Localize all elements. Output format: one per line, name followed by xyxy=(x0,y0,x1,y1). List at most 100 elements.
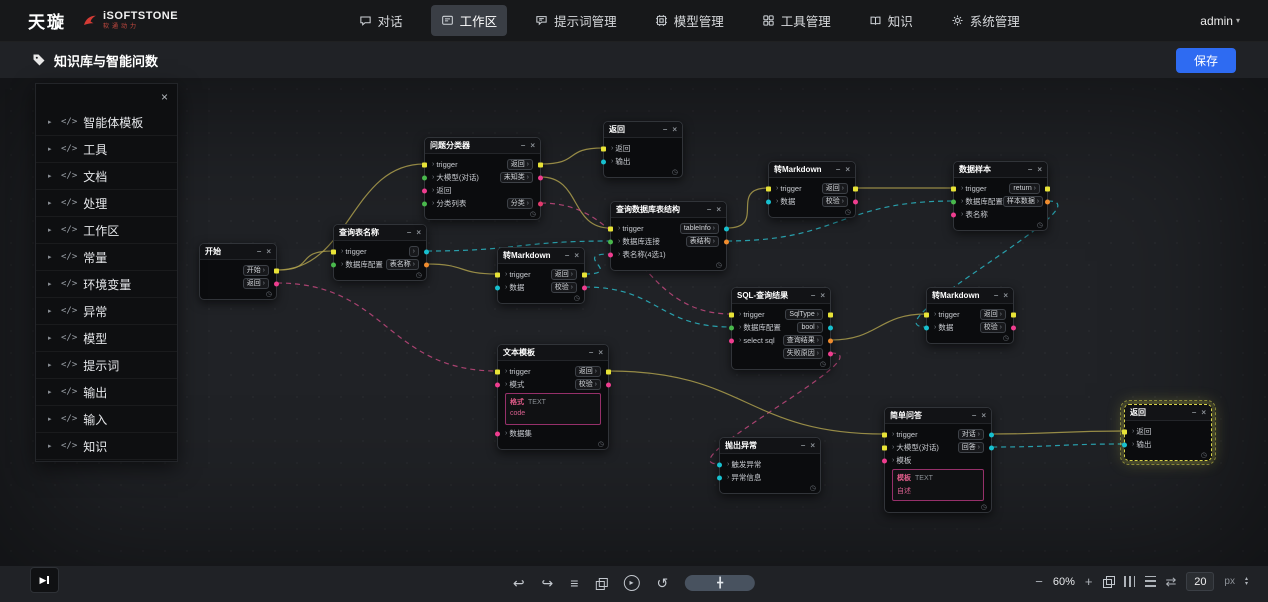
minimize-icon[interactable]: – xyxy=(1028,165,1032,174)
nav-item-prompt[interactable]: 提示词管理 xyxy=(525,5,627,36)
minimize-icon[interactable]: – xyxy=(257,247,261,256)
node-return-top[interactable]: 返回–×›返回›输出◷ xyxy=(603,121,683,178)
port-dot[interactable] xyxy=(882,432,887,437)
node-query-db-schema[interactable]: 查询数据库表结构–×›triggertableInfo ››数据库连接表结构 ›… xyxy=(610,201,727,271)
nav-item-system[interactable]: 系统管理 xyxy=(941,5,1030,36)
port-dot[interactable] xyxy=(495,272,500,277)
user-menu[interactable]: admin ▾ xyxy=(1200,14,1240,28)
port-dot[interactable] xyxy=(724,239,729,244)
port-dot[interactable] xyxy=(1045,186,1050,191)
palette-item[interactable]: ▸</>模型 xyxy=(36,325,177,352)
node-sql-query-result[interactable]: SQL-查询结果–×›triggerSqlType ››数据库配置bool ››… xyxy=(731,287,831,370)
port-dot[interactable] xyxy=(924,312,929,317)
grid-size-stepper[interactable]: ▴▾ xyxy=(1245,577,1248,587)
move-tool-pill[interactable]: ╋ xyxy=(685,575,755,591)
minimize-icon[interactable]: – xyxy=(565,251,569,260)
port-dot[interactable] xyxy=(495,285,500,290)
node-return-right[interactable]: 返回–×›返回›输出◷ xyxy=(1124,404,1212,461)
minimize-icon[interactable]: – xyxy=(811,291,815,300)
port-dot[interactable] xyxy=(331,262,336,267)
port-dot[interactable] xyxy=(495,369,500,374)
minimize-icon[interactable]: – xyxy=(801,441,805,450)
auto-layout-icon[interactable]: ≡ xyxy=(570,576,578,590)
grid-spacing-icon[interactable]: ⇄ xyxy=(1166,574,1177,590)
close-icon[interactable]: × xyxy=(266,247,271,256)
port-dot[interactable] xyxy=(951,186,956,191)
port-dot[interactable] xyxy=(606,382,611,387)
palette-item[interactable]: ▸</>常量 xyxy=(36,244,177,271)
palette-item[interactable]: ▸</>提示词 xyxy=(36,352,177,379)
port-dot[interactable] xyxy=(1045,199,1050,204)
palette-item[interactable]: ▸</>异常 xyxy=(36,298,177,325)
close-icon[interactable]: × xyxy=(981,411,986,420)
port-dot[interactable] xyxy=(1122,429,1127,434)
port-dot[interactable] xyxy=(608,239,613,244)
palette-item[interactable]: ▸</>环境变量 xyxy=(36,271,177,298)
redo-icon[interactable]: ↪ xyxy=(542,576,554,590)
port-dot[interactable] xyxy=(828,351,833,356)
port-dot[interactable] xyxy=(853,199,858,204)
palette-item[interactable]: ▸</>工作区 xyxy=(36,217,177,244)
port-dot[interactable] xyxy=(274,281,279,286)
port-dot[interactable] xyxy=(422,201,427,206)
close-icon[interactable]: × xyxy=(574,251,579,260)
distribute-vertical-icon[interactable] xyxy=(1145,576,1156,587)
port-dot[interactable] xyxy=(1011,312,1016,317)
minimize-icon[interactable]: – xyxy=(521,141,525,150)
port-dot[interactable] xyxy=(608,252,613,257)
save-button[interactable]: 保存 xyxy=(1176,48,1236,73)
palette-item[interactable]: ▸</>处理 xyxy=(36,190,177,217)
port-dot[interactable] xyxy=(424,262,429,267)
nav-item-chat[interactable]: 对话 xyxy=(349,5,413,36)
node-start[interactable]: 开始–×开始 ›返回 ›◷ xyxy=(199,243,277,300)
port-dot[interactable] xyxy=(853,186,858,191)
port-dot[interactable] xyxy=(882,458,887,463)
port-dot[interactable] xyxy=(951,199,956,204)
port-dot[interactable] xyxy=(1011,325,1016,330)
port-dot[interactable] xyxy=(989,445,994,450)
zoom-out-icon[interactable]: − xyxy=(1035,574,1043,589)
port-dot[interactable] xyxy=(274,268,279,273)
close-icon[interactable]: × xyxy=(416,228,421,237)
minimize-icon[interactable]: – xyxy=(407,228,411,237)
close-icon[interactable]: × xyxy=(161,90,168,104)
node-to-markdown-2[interactable]: 转Markdown–×›trigger返回 ››数据校验 ›◷ xyxy=(497,247,585,304)
port-dot[interactable] xyxy=(1122,442,1127,447)
minimize-icon[interactable]: – xyxy=(972,411,976,420)
minimize-icon[interactable]: – xyxy=(589,348,593,357)
port-dot[interactable] xyxy=(608,226,613,231)
close-icon[interactable]: × xyxy=(1003,291,1008,300)
port-dot[interactable] xyxy=(606,369,611,374)
port-dot[interactable] xyxy=(766,199,771,204)
grid-size-input[interactable]: 20 xyxy=(1186,572,1214,591)
port-dot[interactable] xyxy=(495,382,500,387)
port-dot[interactable] xyxy=(766,186,771,191)
close-icon[interactable]: × xyxy=(672,125,677,134)
port-dot[interactable] xyxy=(582,272,587,277)
port-dot[interactable] xyxy=(924,325,929,330)
port-dot[interactable] xyxy=(422,188,427,193)
minimize-icon[interactable]: – xyxy=(836,165,840,174)
palette-item[interactable]: ▸</>智能体模板 xyxy=(36,109,177,136)
port-dot[interactable] xyxy=(729,325,734,330)
port-dot[interactable] xyxy=(724,226,729,231)
layers-icon[interactable] xyxy=(1103,576,1114,587)
port-dot[interactable] xyxy=(601,159,606,164)
node-editor[interactable]: 格式TEXTcode xyxy=(505,393,601,425)
minimize-icon[interactable]: – xyxy=(1192,408,1196,417)
port-dot[interactable] xyxy=(729,338,734,343)
port-dot[interactable] xyxy=(538,201,543,206)
node-query-table-name[interactable]: 查询表名称–×›trigger ››数据库配置表名称 ›◷ xyxy=(333,224,427,281)
port-dot[interactable] xyxy=(601,146,606,151)
node-classifier[interactable]: 问题分类器–×›trigger返回 ››大模型(对话)未知类 ››返回›分类列表… xyxy=(424,137,541,220)
close-icon[interactable]: × xyxy=(716,205,721,214)
port-dot[interactable] xyxy=(951,212,956,217)
node-text-template[interactable]: 文本模板–×›trigger返回 ››模式校验 ›格式TEXTcode›数据集◷ xyxy=(497,344,609,450)
port-dot[interactable] xyxy=(422,162,427,167)
node-editor[interactable]: 模板TEXT自述 xyxy=(892,469,984,501)
zoom-in-icon[interactable]: + xyxy=(1085,574,1093,589)
nav-item-model[interactable]: 模型管理 xyxy=(645,5,734,36)
nav-item-knowledge[interactable]: 知识 xyxy=(859,5,923,36)
port-dot[interactable] xyxy=(882,445,887,450)
minimize-icon[interactable]: – xyxy=(663,125,667,134)
